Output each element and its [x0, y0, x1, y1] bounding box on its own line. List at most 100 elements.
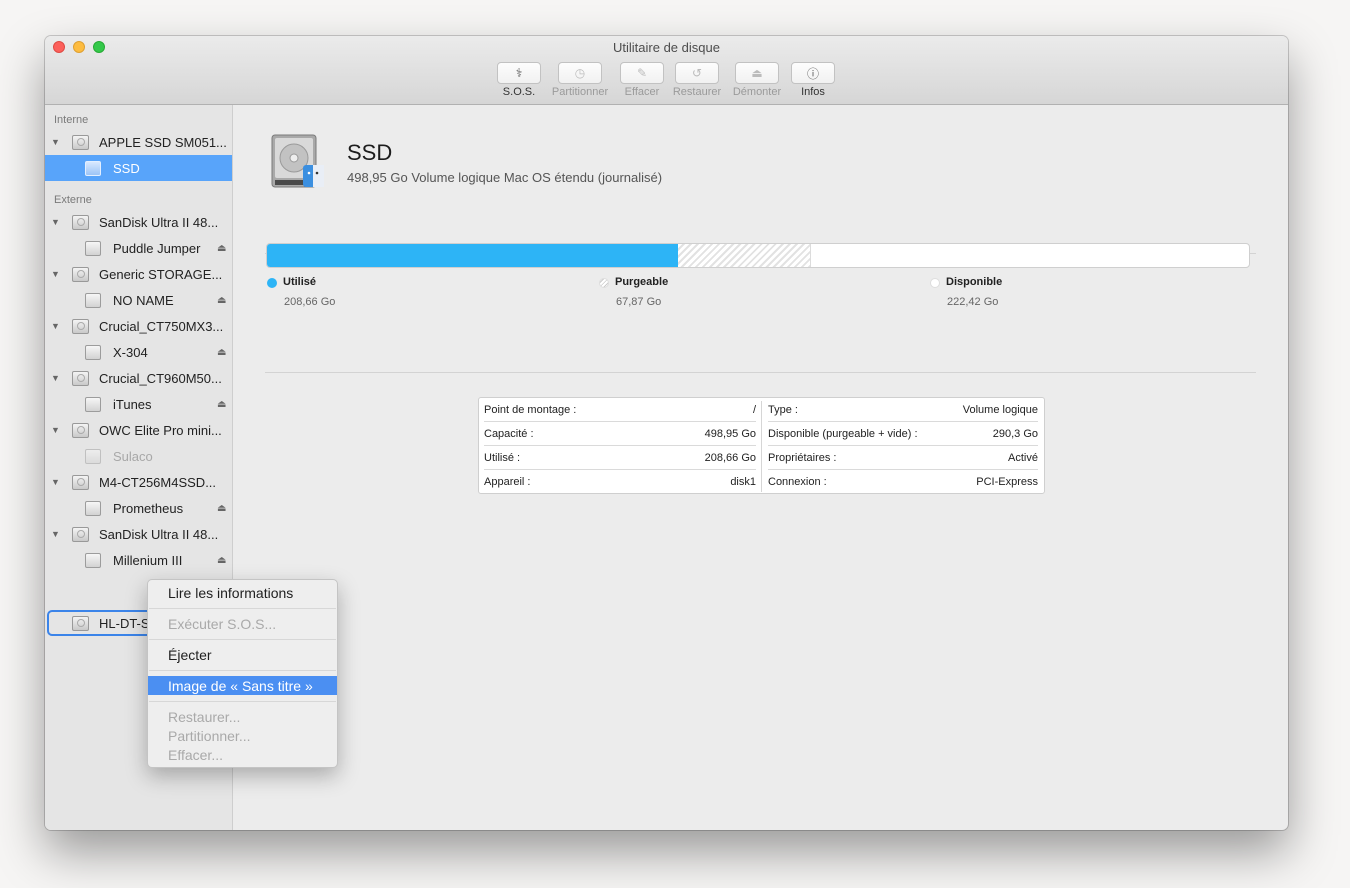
legend-value: 67,87 Go	[616, 296, 662, 308]
stethoscope-icon: ⚕	[497, 62, 541, 84]
disclosure-triangle-icon[interactable]: ▼	[51, 137, 60, 147]
info-value: Volume logique	[962, 403, 1038, 416]
volume-icon	[85, 552, 101, 568]
internal-drive-icon	[72, 134, 89, 150]
eject-icon[interactable]: ⏏	[217, 243, 226, 254]
legend-label: Disponible	[946, 276, 1003, 288]
used-color-dot	[267, 278, 277, 288]
sidebar-item-drive[interactable]: ▼ Generic STORAGE...	[45, 261, 232, 287]
toolbar-label: S.O.S.	[502, 86, 536, 98]
sidebar-item-drive[interactable]: ▼ SanDisk Ultra II 48...	[45, 209, 232, 235]
toolbar-sos-button[interactable]: ⚕ S.O.S.	[484, 62, 554, 98]
info-row: Capacité : 498,95 Go	[484, 422, 756, 446]
erase-icon: ✎	[620, 62, 664, 84]
legend-value: 222,42 Go	[947, 296, 999, 308]
menu-item-run-first-aid[interactable]: Exécuter S.O.S...	[148, 614, 337, 633]
toolbar-info-button[interactable]: ⓘ Infos	[778, 62, 848, 98]
volume-title: SSD	[347, 140, 393, 165]
sidebar-item-volume[interactable]: SSD	[45, 155, 232, 181]
sidebar-item-volume[interactable]: iTunes ⏏	[45, 391, 232, 417]
disclosure-triangle-icon[interactable]: ▼	[51, 217, 60, 227]
external-drive-icon	[72, 526, 89, 542]
purgeable-color-dot	[599, 278, 609, 288]
info-value: /	[752, 403, 756, 416]
info-key: Utilisé :	[484, 451, 521, 464]
usage-bar-purgeable	[677, 244, 812, 267]
external-drive-icon	[72, 318, 89, 334]
volume-icon	[85, 448, 101, 464]
info-value: PCI-Express	[976, 476, 1038, 488]
eject-icon[interactable]: ⏏	[217, 555, 226, 566]
legend-value: 208,66 Go	[284, 296, 336, 308]
sidebar-item-volume[interactable]: Millenium III ⏏	[45, 547, 232, 573]
eject-icon[interactable]: ⏏	[217, 503, 226, 514]
info-row: Propriétaires : Activé	[768, 446, 1038, 470]
menu-item-create-image[interactable]: Image de « Sans titre »	[148, 676, 337, 695]
sidebar-item-drive[interactable]: ▼ Crucial_CT960M50...	[45, 365, 232, 391]
volume-description: 498,95 Go Volume logique Mac OS étendu (…	[347, 170, 663, 185]
sidebar-item-label: Generic STORAGE...	[99, 266, 223, 282]
legend-label: Utilisé	[283, 276, 317, 288]
sidebar-item-volume[interactable]: X-304 ⏏	[45, 339, 232, 365]
eject-icon[interactable]: ⏏	[217, 347, 226, 358]
menu-item-eject[interactable]: Éjecter	[148, 645, 337, 664]
optical-drive-icon	[72, 615, 89, 631]
sidebar-item-drive[interactable]: ▼ M4-CT256M4SSD...	[45, 469, 232, 495]
info-row: Utilisé : 208,66 Go	[484, 446, 756, 470]
info-key: Point de montage :	[484, 403, 577, 416]
main-content: SSD 498,95 Go Volume logique Mac OS éten…	[233, 105, 1288, 830]
sidebar-item-label: NO NAME	[113, 292, 174, 308]
sidebar-item-drive[interactable]: ▼ SanDisk Ultra II 48...	[45, 521, 232, 547]
sidebar-section-internal: Interne	[54, 114, 89, 126]
usage-bar-used	[267, 244, 678, 267]
eject-icon[interactable]: ⏏	[217, 399, 226, 410]
info-value: 208,66 Go	[704, 451, 756, 464]
sidebar-item-label: OWC Elite Pro mini...	[99, 422, 222, 438]
sidebar-item-drive[interactable]: ▼ OWC Elite Pro mini...	[45, 417, 232, 443]
toolbar-partition-button[interactable]: ◷ Partitionner	[545, 62, 615, 98]
sidebar-item-volume[interactable]: NO NAME ⏏	[45, 287, 232, 313]
volume-icon	[85, 500, 101, 516]
volume-info-table: Point de montage : / Capacité : 498,95 G…	[478, 397, 1045, 494]
sidebar-section-external: Externe	[54, 194, 92, 206]
info-value: 498,95 Go	[704, 427, 756, 440]
sidebar-item-volume[interactable]: Puddle Jumper ⏏	[45, 235, 232, 261]
sidebar-item-volume[interactable]: Prometheus ⏏	[45, 495, 232, 521]
disclosure-triangle-icon[interactable]: ▼	[51, 321, 60, 331]
sidebar-item-label: Puddle Jumper	[113, 240, 201, 256]
menu-separator	[149, 670, 336, 671]
info-key: Connexion :	[768, 476, 827, 488]
info-column-left: Point de montage : / Capacité : 498,95 G…	[479, 398, 761, 493]
info-row: Appareil : disk1	[484, 470, 756, 494]
context-menu: Lire les informations Exécuter S.O.S... …	[147, 579, 338, 768]
volume-icon	[85, 396, 101, 412]
info-key: Disponible (purgeable + vide) :	[768, 427, 918, 440]
sidebar-item-label: Millenium III	[113, 552, 183, 568]
disclosure-triangle-icon[interactable]: ▼	[51, 529, 60, 539]
menu-item-get-info[interactable]: Lire les informations	[148, 583, 337, 602]
sidebar-item-label: SanDisk Ultra II 48...	[99, 214, 219, 230]
info-value: 290,3 Go	[992, 427, 1038, 440]
volume-icon	[85, 160, 101, 176]
info-key: Appareil :	[484, 476, 531, 488]
info-row: Type : Volume logique	[768, 398, 1038, 422]
info-key: Type :	[768, 403, 798, 416]
sidebar-item-drive[interactable]: ▼ APPLE SSD SM051...	[45, 129, 232, 155]
external-drive-icon	[72, 266, 89, 282]
disclosure-triangle-icon[interactable]: ▼	[51, 373, 60, 383]
sidebar-item-label: SSD	[113, 160, 140, 176]
eject-icon[interactable]: ⏏	[217, 295, 226, 306]
info-value: Activé	[1008, 451, 1038, 464]
sidebar-item-volume[interactable]: Sulaco	[45, 443, 232, 469]
menu-item-partition[interactable]: Partitionner...	[148, 726, 337, 745]
usage-bar	[266, 243, 1250, 268]
disclosure-triangle-icon[interactable]: ▼	[51, 477, 60, 487]
volume-icon	[85, 292, 101, 308]
sidebar-item-drive[interactable]: ▼ Crucial_CT750MX3...	[45, 313, 232, 339]
sidebar-item-label: APPLE SSD SM051...	[99, 134, 227, 150]
legend-label: Purgeable	[615, 276, 669, 288]
disclosure-triangle-icon[interactable]: ▼	[51, 425, 60, 435]
menu-item-erase[interactable]: Effacer...	[148, 745, 337, 764]
menu-item-restore[interactable]: Restaurer...	[148, 707, 337, 726]
disclosure-triangle-icon[interactable]: ▼	[51, 269, 60, 279]
